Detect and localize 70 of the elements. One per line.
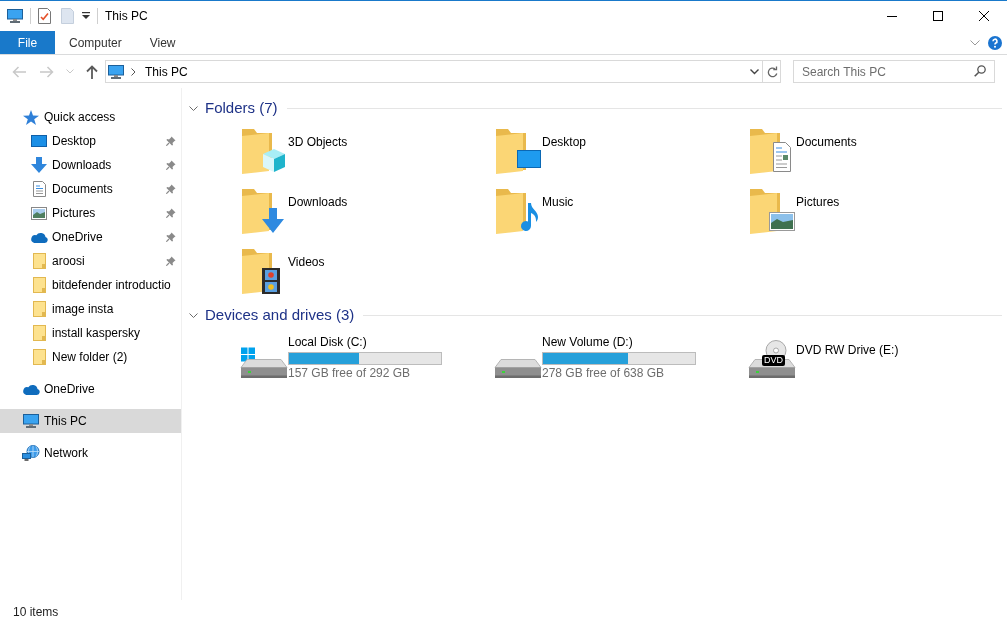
customize-dropdown-icon[interactable]	[82, 12, 90, 20]
ribbon-tab[interactable]: Computer	[55, 31, 136, 54]
folder-name[interactable]: Music	[542, 195, 574, 210]
down-arrow-icon	[31, 157, 47, 173]
refresh-icon[interactable]	[767, 65, 778, 78]
drive-type-label: DVD	[762, 355, 785, 366]
folder-name[interactable]: Videos	[288, 255, 325, 270]
folder-name[interactable]: 3D Objects	[288, 135, 348, 150]
search-field[interactable]: Search This PC	[793, 60, 995, 83]
chevron-down-icon[interactable]	[750, 68, 759, 75]
ribbon-tab[interactable]: View	[135, 31, 190, 54]
checklist-document-icon[interactable]	[38, 8, 51, 24]
folder-picture-icon[interactable]	[748, 187, 796, 235]
nav-item[interactable]: OneDrive	[0, 377, 181, 401]
monitor-icon	[23, 414, 39, 428]
maximize-icon[interactable]	[933, 11, 943, 21]
nav-item[interactable]: install kaspersky	[0, 321, 181, 345]
nav-item[interactable]: Quick access	[0, 105, 181, 129]
cloud-icon	[22, 383, 40, 395]
folder-icon	[32, 349, 46, 365]
nav-item[interactable]: Downloads	[0, 153, 181, 177]
folder-name[interactable]: Desktop	[542, 135, 587, 150]
nav-item[interactable]: New folder (2)	[0, 345, 181, 369]
hard-drive-icon[interactable]	[494, 359, 542, 379]
drive-space-text: 278 GB free of 638 GB	[542, 366, 665, 381]
nav-item[interactable]: Pictures	[0, 201, 181, 225]
nav-item[interactable]: aroosi	[0, 249, 181, 273]
folder-name[interactable]: Documents	[796, 135, 857, 150]
close-icon[interactable]	[979, 11, 989, 21]
group-title: Folders (7)	[205, 98, 278, 118]
nav-item[interactable]: Network	[0, 441, 181, 465]
status-text: 10 items	[13, 603, 59, 621]
group-title: Devices and drives (3)	[205, 305, 355, 325]
cloud-icon	[30, 231, 48, 243]
picture-icon	[31, 206, 47, 220]
nav-item[interactable]: bitdefender introductio	[0, 273, 181, 297]
breadcrumb-item[interactable]: This PC	[145, 62, 188, 81]
chevron-down-icon[interactable]	[189, 312, 198, 318]
folder-icon	[32, 325, 46, 341]
desktop-icon	[31, 135, 47, 147]
chevron-right-icon	[131, 67, 136, 76]
nav-item[interactable]: Documents	[0, 177, 181, 201]
folder-icon	[32, 301, 46, 317]
drive-name[interactable]: Local Disk (C:)	[288, 335, 367, 350]
document-icon	[32, 181, 46, 197]
drive-name[interactable]: DVD RW Drive (E:)	[796, 343, 899, 358]
up-arrow-icon[interactable]	[86, 64, 98, 79]
search-icon[interactable]	[974, 65, 986, 77]
folder-icon	[32, 277, 46, 293]
globe-monitor-icon	[22, 445, 40, 461]
window-title: This PC	[105, 8, 148, 25]
file-tab[interactable]: File	[0, 31, 55, 54]
monitor-icon[interactable]	[7, 9, 23, 23]
minimize-icon[interactable]	[887, 15, 897, 17]
star-icon	[23, 109, 39, 125]
drive-space-text: 157 GB free of 292 GB	[288, 366, 411, 381]
nav-item[interactable]: image insta	[0, 297, 181, 321]
nav-item[interactable]: OneDrive	[0, 225, 181, 249]
hard-drive-windows-icon[interactable]	[240, 347, 288, 379]
chevron-down-icon[interactable]	[189, 105, 198, 111]
folder-monitor-icon[interactable]	[494, 127, 542, 175]
folder-icon	[32, 253, 46, 269]
drive-name[interactable]: New Volume (D:)	[542, 335, 633, 350]
folder-name[interactable]: Pictures	[796, 195, 840, 210]
nav-item[interactable]: Desktop	[0, 129, 181, 153]
nav-item[interactable]: This PC	[0, 409, 181, 433]
help-icon[interactable]	[988, 35, 1002, 50]
monitor-icon	[108, 64, 124, 79]
folder-name[interactable]: Downloads	[288, 195, 348, 210]
address-bar[interactable]: This PC	[105, 60, 781, 83]
